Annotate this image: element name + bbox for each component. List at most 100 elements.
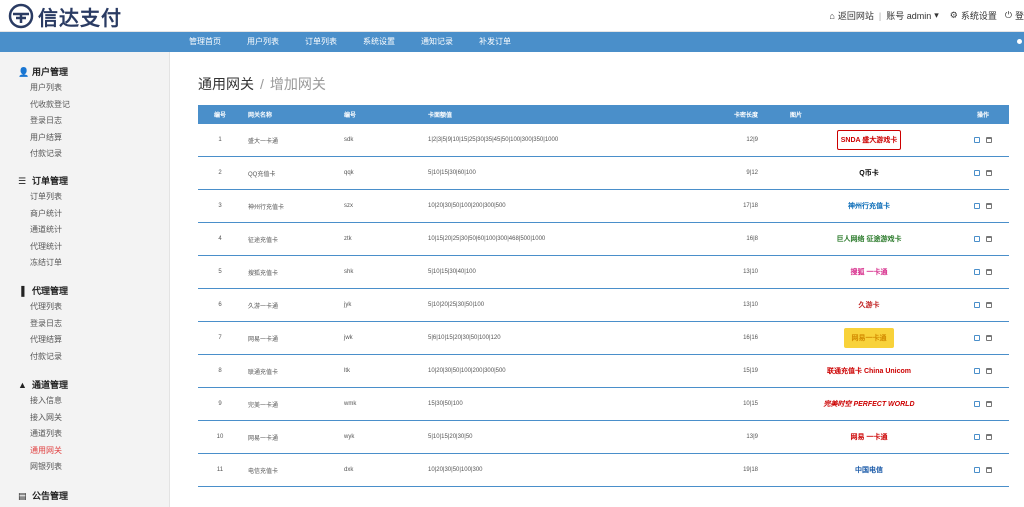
edit-icon[interactable]	[974, 401, 980, 407]
edit-icon[interactable]	[974, 137, 980, 143]
sidebar-group-title[interactable]: ☰ 订单管理	[0, 173, 170, 189]
row-id: 1	[218, 137, 222, 143]
list-alt-icon: ▤	[18, 491, 27, 501]
sidebar-item-agent-stats[interactable]: 代理统计	[0, 239, 170, 256]
nav-settings[interactable]: 系统设置	[356, 32, 402, 52]
edit-icon[interactable]	[974, 269, 980, 275]
table-row: 10 网易一卡通 wyk 5|10|15|20|30|50 13|9 网易 一卡通	[198, 421, 1009, 454]
row-face-values: 5|10|20|25|30|50|100	[428, 302, 485, 308]
sidebar-group-orders: ☰ 订单管理 订单列表 商户统计 通道统计 代理统计 冻结订单	[0, 173, 170, 272]
sidebar-item-generic-gateway[interactable]: 通用网关	[0, 443, 170, 460]
brand-name: 信达支付	[38, 5, 122, 30]
row-card-logo: SNDA 盛大游戏卡	[834, 124, 904, 156]
row-pin-length: 16|16	[743, 335, 758, 341]
nav-resend-orders[interactable]: 补发订单	[472, 32, 518, 52]
main-content: 通用网关 / 增加网关 编号 网关名称 编号 卡面额值 卡密长度 图片 操作 1 盛大…	[170, 52, 1024, 507]
sidebar-group-title[interactable]: ▲ 通道管理	[0, 377, 170, 393]
sidebar-group-channels: ▲ 通道管理 接入信息 接入网关 通道列表 通用网关 网银列表	[0, 377, 170, 476]
card-logo-image: 网易 一卡通	[844, 427, 894, 447]
edit-icon[interactable]	[974, 434, 980, 440]
row-pin-length: 19|18	[743, 467, 758, 473]
row-card-logo: 巨人网络 征途游戏卡	[834, 223, 904, 255]
row-id: 10	[216, 434, 224, 440]
trash-icon[interactable]	[986, 203, 992, 209]
sidebar-item-bank-list[interactable]: 网银列表	[0, 459, 170, 476]
brand-logo-icon	[8, 3, 34, 29]
trash-icon[interactable]	[986, 137, 992, 143]
row-face-values: 5|10|15|30|60|100	[428, 170, 476, 176]
row-pin-length: 12|9	[746, 137, 758, 143]
sidebar-item-user-settlement[interactable]: 用户结算	[0, 130, 170, 147]
edit-icon[interactable]	[974, 368, 980, 374]
edit-icon[interactable]	[974, 335, 980, 341]
sidebar-item-access-info[interactable]: 接入信息	[0, 393, 170, 410]
nav-notify-log[interactable]: 通知记录	[414, 32, 460, 52]
trash-icon[interactable]	[986, 269, 992, 275]
sidebar-item-collection-register[interactable]: 代收款登记	[0, 97, 170, 114]
trash-icon[interactable]	[986, 236, 992, 242]
table-row: 5 搜狐充值卡 shk 5|10|15|30|40|100 13|10 搜狐 一卡通	[198, 256, 1009, 289]
nav-users[interactable]: 用户列表	[240, 32, 286, 52]
card-logo-image: 神州行充值卡	[844, 196, 894, 216]
trash-icon[interactable]	[986, 335, 992, 341]
edit-icon[interactable]	[974, 236, 980, 242]
sidebar-group-title[interactable]: ▤ 公告管理	[0, 488, 170, 504]
table-body: 1 盛大一卡通 sdk 1|2|3|5|9|10|15|25|30|35|45|50|…	[198, 124, 1009, 487]
trash-icon[interactable]	[986, 401, 992, 407]
header-operations: 操作	[976, 113, 989, 119]
table-header: 编号 网关名称 编号 卡面额值 卡密长度 图片 操作	[198, 105, 1009, 124]
row-operations	[968, 157, 998, 189]
sidebar-item-agent-settlement[interactable]: 代理结算	[0, 332, 170, 349]
sidebar-item-channel-list[interactable]: 通道列表	[0, 426, 170, 443]
row-id: 5	[218, 269, 222, 275]
sidebar-item-agent-list[interactable]: 代理列表	[0, 299, 170, 316]
sidebar-item-access-gateway[interactable]: 接入网关	[0, 410, 170, 427]
nav-dot-icon	[1017, 39, 1022, 44]
edit-icon[interactable]	[974, 467, 980, 473]
sidebar-group-title[interactable]: 👤 用户管理	[0, 64, 170, 80]
breadcrumb-parent[interactable]: 通用网关	[198, 76, 254, 92]
sidebar-item-frozen-orders[interactable]: 冻结订单	[0, 255, 170, 272]
row-card-logo: 网易 一卡通	[834, 421, 904, 453]
row-name: 联通充值卡	[248, 369, 279, 376]
sidebar-item-agent-payment-records[interactable]: 付款记录	[0, 349, 170, 366]
nav-orders[interactable]: 订单列表	[298, 32, 344, 52]
header-name: 网关名称	[248, 113, 273, 119]
sidebar-group-title[interactable]: ▐ 代理管理	[0, 283, 170, 299]
sidebar-item-payment-records[interactable]: 付款记录	[0, 146, 170, 163]
table-row: 3 神州行充值卡 szx 10|20|30|50|100|200|300|500 17|…	[198, 190, 1009, 223]
account-menu[interactable]: 账号 admin ▾	[886, 9, 942, 22]
sidebar-item-merchant-stats[interactable]: 商户统计	[0, 206, 170, 223]
trash-icon[interactable]	[986, 368, 992, 374]
sidebar-item-channel-stats[interactable]: 通道统计	[0, 222, 170, 239]
edit-icon[interactable]	[974, 170, 980, 176]
row-face-values: 10|20|30|50|100|300	[428, 467, 483, 473]
nav-home[interactable]: 管理首页	[182, 32, 228, 52]
trash-icon[interactable]	[986, 434, 992, 440]
row-operations	[968, 223, 998, 255]
sidebar-item-order-list[interactable]: 订单列表	[0, 189, 170, 206]
card-logo-image: 完美时空 PERFECT WORLD	[824, 394, 915, 414]
sidebar-item-user-list[interactable]: 用户列表	[0, 80, 170, 97]
trash-icon[interactable]	[986, 467, 992, 473]
card-logo-image: 网易一卡通	[844, 328, 894, 348]
row-face-values: 10|20|30|50|100|200|300|500	[428, 203, 506, 209]
row-name: 征途充值卡	[248, 237, 279, 244]
brand-logo[interactable]: 信达支付	[8, 3, 122, 30]
row-card-logo: 网易一卡通	[834, 322, 904, 354]
logout-link[interactable]: ⏻ 登	[1005, 9, 1024, 22]
header-id: 编号	[213, 113, 226, 119]
main-nav: 管理首页 用户列表 订单列表 系统设置 通知记录 补发订单	[0, 32, 1024, 52]
sidebar-item-login-log[interactable]: 登录日志	[0, 113, 170, 130]
row-name: 盛大一卡通	[248, 138, 279, 145]
row-operations	[968, 322, 998, 354]
row-code: wmk	[344, 401, 357, 407]
sidebar-item-agent-login-log[interactable]: 登录日志	[0, 316, 170, 333]
edit-icon[interactable]	[974, 302, 980, 308]
row-card-logo: 中国电信	[834, 454, 904, 486]
trash-icon[interactable]	[986, 170, 992, 176]
back-to-site-link[interactable]: ⌂ 返回网站	[829, 9, 873, 22]
system-settings-link[interactable]: ⚙ 系统设置	[950, 9, 997, 22]
edit-icon[interactable]	[974, 203, 980, 209]
trash-icon[interactable]	[986, 302, 992, 308]
